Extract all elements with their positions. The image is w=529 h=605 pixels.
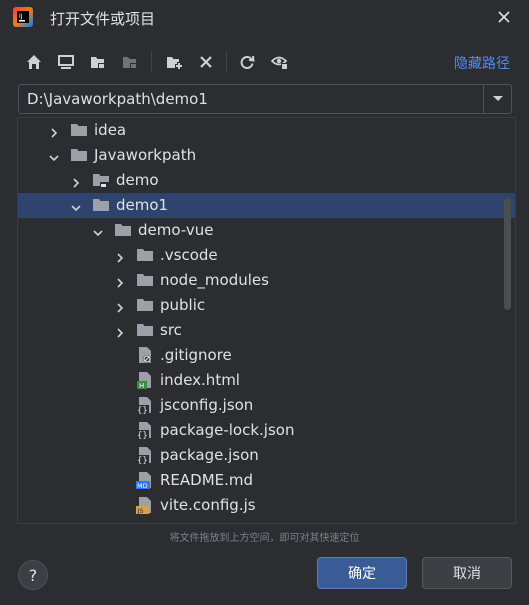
tree-row-label: .gitignore — [160, 346, 232, 364]
desktop-button[interactable] — [54, 50, 78, 74]
tree-row[interactable]: demo1 — [18, 193, 515, 218]
folder-icon — [70, 146, 88, 164]
javascript-file-icon: JS — [136, 496, 154, 515]
tree-row-label: README.md — [160, 471, 254, 489]
tree-row-label: Javaworkpath — [94, 146, 197, 164]
home-icon — [27, 55, 41, 69]
delete-icon — [200, 56, 212, 68]
folder-icon — [136, 321, 154, 339]
gitignore-file-icon — [136, 346, 154, 364]
tree-row-label: vite.config.js — [160, 496, 256, 514]
tree-row-label: package-lock.json — [160, 421, 295, 439]
folder-icon — [136, 271, 154, 289]
path-dropdown-button[interactable] — [483, 85, 511, 113]
delete-button[interactable] — [194, 50, 218, 74]
tree-row[interactable]: idea — [18, 118, 515, 143]
tree-row[interactable]: demo — [18, 168, 515, 193]
folder-icon — [114, 221, 132, 239]
module-folder-icon — [123, 57, 137, 69]
svg-text:MD: MD — [137, 482, 148, 489]
folder-icon — [136, 296, 154, 314]
markdown-file-icon: MD — [136, 471, 154, 490]
new-folder-icon — [167, 57, 183, 70]
json-file-icon: {} — [136, 421, 154, 441]
tree-row-label: node_modules — [160, 271, 269, 289]
ok-button[interactable]: 确定 — [317, 557, 407, 589]
svg-text:{}: {} — [137, 456, 148, 464]
chevron-down-icon[interactable] — [92, 224, 104, 237]
desktop-icon — [58, 55, 74, 69]
module-folder-button[interactable] — [118, 50, 142, 74]
toolbar-separator — [226, 52, 227, 72]
chevron-right-icon[interactable] — [114, 274, 126, 288]
chevron-right-icon[interactable] — [114, 299, 126, 313]
tree-row[interactable]: JS vite.config.js — [18, 493, 515, 518]
svg-text:{}: {} — [137, 406, 148, 414]
tree-row-label: jsconfig.json — [160, 396, 254, 414]
show-hidden-files-icon — [271, 56, 288, 70]
chevron-right-icon[interactable] — [114, 324, 126, 338]
folder-icon — [70, 121, 88, 139]
tree-row[interactable]: .gitignore — [18, 343, 515, 368]
chevron-right-icon[interactable] — [70, 174, 82, 188]
home-button[interactable] — [22, 50, 46, 74]
project-folder-button[interactable] — [86, 50, 110, 74]
tree-row[interactable]: Javaworkpath — [18, 143, 515, 168]
tree-row-label: src — [160, 321, 182, 339]
tree-row-label: package.json — [160, 446, 259, 464]
title-bar: IJ 打开文件或项目 — [0, 0, 529, 36]
path-combobox[interactable]: D:\Javaworkpath\demo1 — [18, 84, 512, 114]
tree-row-label: idea — [94, 121, 127, 139]
toolbar: 隐藏路径 — [20, 48, 510, 76]
svg-text:IJ: IJ — [19, 13, 23, 20]
folder-icon — [136, 246, 154, 264]
refresh-icon — [240, 55, 255, 69]
tree-row[interactable]: {} package.json — [18, 443, 515, 468]
tree-row-label: demo — [116, 171, 159, 189]
chevron-down-icon[interactable] — [48, 149, 60, 162]
tree-row[interactable]: public — [18, 293, 515, 318]
file-tree[interactable]: JS vite.config.js MD README.md {} package.jso… — [17, 117, 516, 524]
help-button[interactable]: ? — [18, 560, 48, 590]
svg-text:JS: JS — [137, 507, 144, 514]
tree-row[interactable]: demo-vue — [18, 218, 515, 243]
tree-row-label: index.html — [160, 371, 240, 389]
tree-row[interactable]: {} package-lock.json — [18, 418, 515, 443]
tree-row[interactable]: src — [18, 318, 515, 343]
json-file-icon: {} — [136, 446, 154, 466]
tree-row-label: demo1 — [116, 196, 169, 214]
folder-icon — [92, 196, 110, 214]
show-hidden-button[interactable] — [268, 50, 292, 74]
cancel-button[interactable]: 取消 — [422, 557, 512, 589]
tree-row-label: demo-vue — [138, 221, 214, 239]
svg-text:{}: {} — [137, 431, 148, 439]
module-folder-icon — [92, 171, 110, 189]
refresh-button[interactable] — [235, 50, 259, 74]
toolbar-separator — [151, 52, 152, 72]
intellij-app-icon: IJ — [13, 7, 33, 27]
drag-drop-hint: 将文件拖放到上方空间，即可对其快速定位 — [169, 533, 360, 544]
close-icon[interactable] — [493, 6, 515, 28]
chevron-right-icon[interactable] — [114, 249, 126, 263]
html-file-icon: H — [136, 371, 154, 390]
tree-row[interactable]: {} jsconfig.json — [18, 393, 515, 418]
tree-row[interactable]: Hindex.html — [18, 368, 515, 393]
tree-row[interactable]: MD README.md — [18, 468, 515, 493]
chevron-down-icon — [492, 96, 503, 101]
chevron-down-icon[interactable] — [70, 199, 82, 212]
svg-text:H: H — [139, 382, 144, 389]
hide-path-link[interactable]: 隐藏路径 — [454, 53, 510, 73]
new-folder-button[interactable] — [162, 50, 186, 74]
tree-row-label: public — [160, 296, 206, 314]
json-file-icon: {} — [136, 396, 154, 416]
tree-row[interactable]: .vscode — [18, 243, 515, 268]
tree-row[interactable]: node_modules — [18, 268, 515, 293]
dialog-title: 打开文件或项目 — [50, 10, 156, 28]
tree-row-label: .vscode — [160, 246, 218, 264]
tree-scrollbar[interactable] — [504, 198, 511, 310]
chevron-right-icon[interactable] — [48, 124, 60, 138]
path-input[interactable]: D:\Javaworkpath\demo1 — [27, 90, 208, 108]
project-folder-icon — [91, 57, 105, 69]
